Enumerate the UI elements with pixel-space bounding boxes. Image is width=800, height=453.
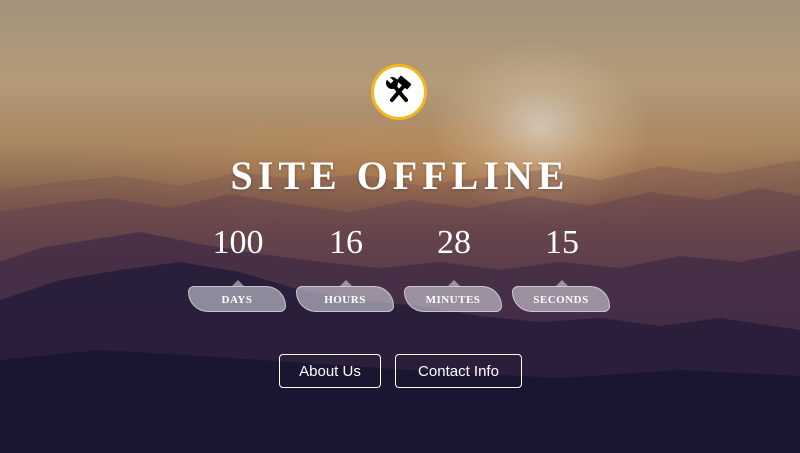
days-label: DAYS bbox=[188, 286, 286, 312]
seconds-label: SECONDS bbox=[512, 286, 610, 312]
tools-icon bbox=[382, 73, 416, 112]
countdown-days: 100 DAYS bbox=[188, 220, 288, 316]
days-value: 100 bbox=[212, 224, 264, 261]
page-title: SITE OFFLINE bbox=[230, 153, 570, 198]
minutes-label: MINUTES bbox=[404, 286, 502, 312]
contact-info-button[interactable]: Contact Info bbox=[395, 354, 522, 388]
countdown-minutes: 28 MINUTES bbox=[404, 220, 504, 316]
countdown-timer: 100 DAYS 16 HOURS 28 MINUTES 15 SECONDS bbox=[188, 220, 612, 320]
seconds-value: 15 bbox=[545, 224, 579, 261]
hours-value: 16 bbox=[329, 224, 363, 261]
tools-logo bbox=[371, 64, 427, 120]
hours-label: HOURS bbox=[296, 286, 394, 312]
countdown-seconds: 15 SECONDS bbox=[512, 220, 612, 316]
minutes-value: 28 bbox=[437, 224, 471, 261]
about-us-button[interactable]: About Us bbox=[279, 354, 381, 388]
countdown-hours: 16 HOURS bbox=[296, 220, 396, 316]
